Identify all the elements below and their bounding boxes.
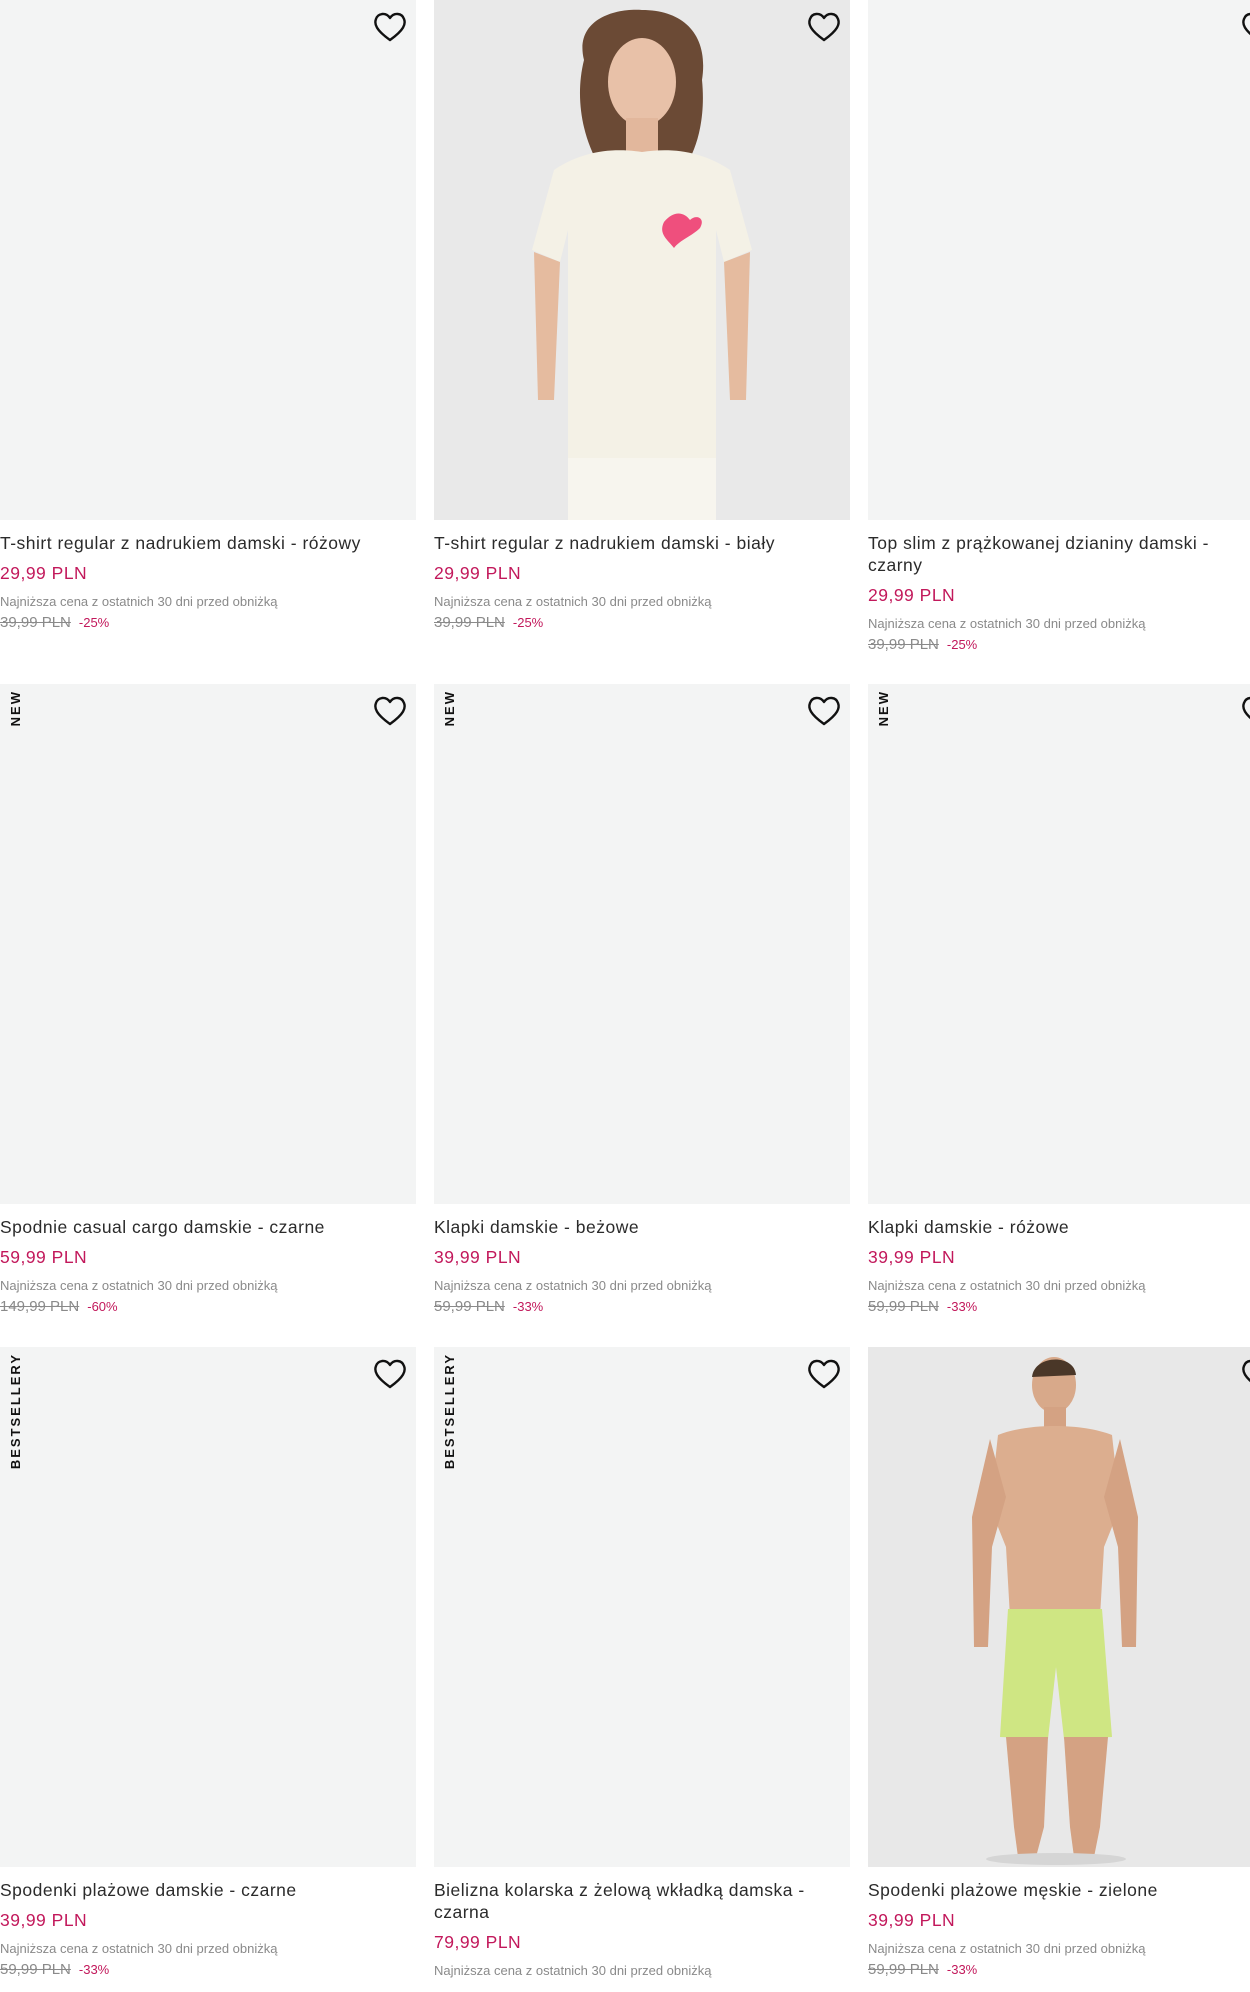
product-image[interactable]	[434, 1347, 850, 1867]
product-info: Spodenki plażowe męskie - zielone 39,99 …	[868, 1879, 1250, 1979]
discount-badge: -60%	[87, 1299, 118, 1314]
heart-icon[interactable]	[372, 694, 408, 728]
old-price: 59,99 PLN	[868, 1961, 939, 1978]
man-green-shorts-photo	[868, 1347, 1250, 1867]
lowest-price-label: Najniższa cena z ostatnich 30 dni przed …	[0, 1278, 278, 1293]
old-price: 59,99 PLN	[868, 1298, 939, 1315]
heart-icon[interactable]	[806, 694, 842, 728]
product-image[interactable]	[0, 684, 416, 1204]
lowest-price-label: Najniższa cena z ostatnich 30 dni przed …	[0, 594, 278, 609]
heart-icon[interactable]	[1240, 694, 1250, 728]
product-title[interactable]: Spodenki plażowe damskie - czarne	[0, 1879, 416, 1901]
product-image[interactable]	[868, 1347, 1250, 1867]
product-price: 29,99 PLN	[868, 585, 956, 605]
product-image[interactable]	[0, 0, 416, 520]
product-price: 59,99 PLN	[0, 1247, 88, 1267]
product-title[interactable]: T-shirt regular z nadrukiem damski - róż…	[0, 532, 416, 554]
product-title[interactable]: Klapki damskie - różowe	[868, 1216, 1250, 1238]
discount-badge: -33%	[512, 1299, 544, 1314]
old-price: 149,99 PLN	[0, 1298, 80, 1315]
old-price-row: 59,99 PLN -33%	[868, 1961, 1250, 1979]
old-price-row: 59,99 PLN -33%	[0, 1961, 416, 1979]
old-price-row: 59,99 PLN -33%	[868, 1298, 1250, 1316]
new-badge: NEW	[442, 690, 457, 727]
lowest-price-label: Najniższa cena z ostatnich 30 dni przed …	[868, 1941, 1146, 1956]
product-price: 39,99 PLN	[868, 1247, 956, 1267]
heart-icon[interactable]	[372, 10, 408, 44]
discount-badge: -25%	[946, 637, 978, 652]
product-title[interactable]: T-shirt regular z nadrukiem damski - bia…	[434, 532, 850, 554]
old-price-row: 39,99 PLN -25%	[0, 614, 416, 632]
old-price: 59,99 PLN	[0, 1961, 71, 1978]
product-info: Top slim z prążkowanej dzianiny damski -…	[868, 532, 1250, 654]
old-price: 39,99 PLN	[868, 636, 939, 653]
lowest-price-label: Najniższa cena z ostatnich 30 dni przed …	[868, 616, 1146, 631]
new-badge: NEW	[876, 690, 891, 727]
discount-badge: -25%	[512, 615, 544, 630]
bestseller-badge: BESTSELLERY	[8, 1353, 23, 1470]
product-info: Bielizna kolarska z żelową wkładką damsk…	[434, 1879, 850, 1979]
product-price: 39,99 PLN	[868, 1910, 956, 1930]
old-price-row: 39,99 PLN -25%	[868, 636, 1250, 654]
old-price-row: 39,99 PLN -25%	[434, 614, 850, 632]
product-grid: T-shirt regular z nadrukiem damski - róż…	[0, 0, 1250, 1992]
woman-white-tshirt-photo	[434, 0, 850, 520]
heart-icon[interactable]	[806, 1357, 842, 1391]
old-price: 39,99 PLN	[434, 614, 505, 631]
product-info: Spodnie casual cargo damskie - czarne 59…	[0, 1216, 416, 1316]
product-price: 39,99 PLN	[434, 1247, 522, 1267]
product-image[interactable]	[0, 1347, 416, 1867]
product-image[interactable]	[868, 0, 1250, 520]
product-info: Klapki damskie - beżowe 39,99 PLN Najniż…	[434, 1216, 850, 1316]
bestseller-badge: BESTSELLERY	[442, 1353, 457, 1470]
discount-badge: -33%	[946, 1299, 978, 1314]
heart-icon[interactable]	[806, 10, 842, 44]
product-title[interactable]: Klapki damskie - beżowe	[434, 1216, 850, 1238]
discount-badge: -33%	[78, 1962, 110, 1977]
product-info: Spodenki plażowe damskie - czarne 39,99 …	[0, 1879, 416, 1979]
product-title[interactable]: Spodnie casual cargo damskie - czarne	[0, 1216, 416, 1238]
old-price: 39,99 PLN	[0, 614, 71, 631]
product-price: 29,99 PLN	[0, 563, 88, 583]
product-info: T-shirt regular z nadrukiem damski - bia…	[434, 532, 850, 632]
heart-icon[interactable]	[1240, 10, 1250, 44]
discount-badge: -33%	[946, 1962, 978, 1977]
lowest-price-label: Najniższa cena z ostatnich 30 dni przed …	[434, 1278, 712, 1293]
product-image[interactable]	[434, 684, 850, 1204]
product-price: 29,99 PLN	[434, 563, 522, 583]
product-info: T-shirt regular z nadrukiem damski - róż…	[0, 532, 416, 632]
old-price: 59,99 PLN	[434, 1298, 505, 1315]
lowest-price-label: Najniższa cena z ostatnich 30 dni przed …	[434, 594, 712, 609]
product-price: 79,99 PLN	[434, 1932, 522, 1952]
old-price-row: 59,99 PLN -33%	[434, 1298, 850, 1316]
product-title[interactable]: Spodenki plażowe męskie - zielone	[868, 1879, 1250, 1901]
heart-icon[interactable]	[1240, 1357, 1250, 1391]
product-info: Klapki damskie - różowe 39,99 PLN Najniż…	[868, 1216, 1250, 1316]
new-badge: NEW	[8, 690, 23, 727]
lowest-price-label: Najniższa cena z ostatnich 30 dni przed …	[434, 1963, 712, 1978]
product-image[interactable]	[868, 684, 1250, 1204]
discount-badge: -25%	[78, 615, 110, 630]
product-price: 39,99 PLN	[0, 1910, 88, 1930]
heart-icon[interactable]	[372, 1357, 408, 1391]
old-price-row: 149,99 PLN -60%	[0, 1298, 416, 1316]
product-title[interactable]: Top slim z prążkowanej dzianiny damski -…	[868, 532, 1248, 576]
lowest-price-label: Najniższa cena z ostatnich 30 dni przed …	[868, 1278, 1146, 1293]
lowest-price-label: Najniższa cena z ostatnich 30 dni przed …	[0, 1941, 278, 1956]
product-image[interactable]	[434, 0, 850, 520]
product-title[interactable]: Bielizna kolarska z żelową wkładką damsk…	[434, 1879, 834, 1923]
